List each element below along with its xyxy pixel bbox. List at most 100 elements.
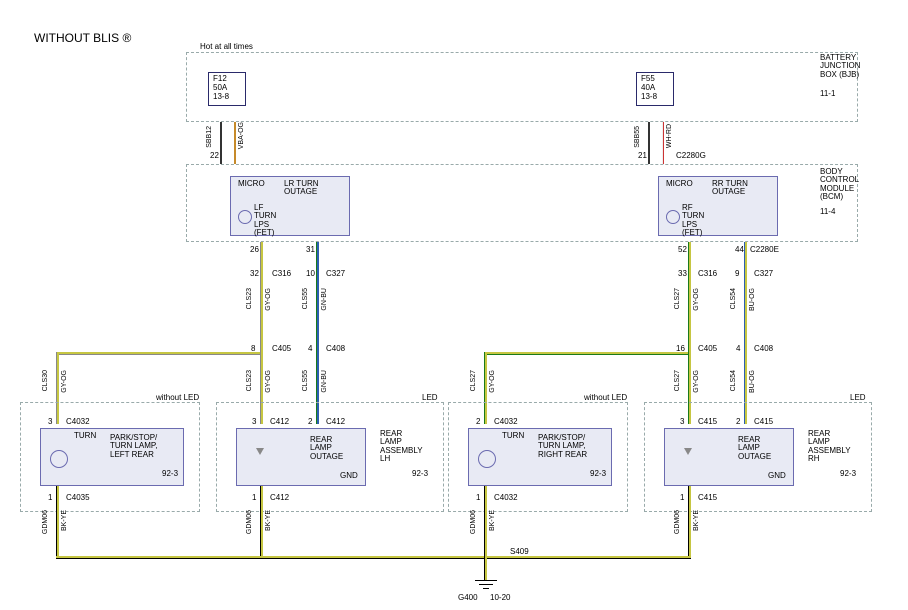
conn-c316r: C316: [698, 270, 717, 278]
conn-c2280e: C2280E: [750, 246, 779, 254]
gdm06-a: GDM06: [42, 510, 49, 534]
wire-vbaog: [234, 122, 236, 164]
gdm06-d: GDM06: [674, 510, 681, 534]
lamp-l1-tag: TURN: [74, 432, 96, 440]
wire-cls30-lbl: CLS30: [42, 370, 49, 391]
bkye-a: BK-YE: [61, 510, 68, 531]
gnd-wire-4: [688, 486, 691, 556]
wire-gyog-lbl-d: GY-OG: [489, 370, 496, 393]
wire-gyog-lbl-b: GY-OG: [61, 370, 68, 393]
ground-bus: [56, 556, 691, 559]
conn-c415-t: C415: [698, 418, 717, 426]
lamp-l1-name: PARK/STOP/ TURN LAMP, LEFT REAR: [110, 434, 157, 459]
gnd-wire-2: [260, 486, 263, 556]
pin-26: 26: [250, 246, 259, 254]
bkye-d: BK-YE: [693, 510, 700, 531]
bkye-c: BK-YE: [489, 510, 496, 531]
wire-gyog-lbl-a: GY-OG: [265, 288, 272, 311]
lamp-r2-led-icon: [684, 448, 692, 455]
bkye-b: BK-YE: [265, 510, 272, 531]
pin-9: 9: [735, 270, 739, 278]
wire-buog-lbl-a: BU-OG: [749, 288, 756, 311]
pin-33: 33: [678, 270, 687, 278]
bcm-lf-micro: MICRO: [238, 180, 265, 188]
conn-c4032l: C4032: [66, 418, 90, 426]
conn-c405l: C405: [272, 345, 291, 353]
conn-c405r: C405: [698, 345, 717, 353]
fuse-f12-pg: 13-8: [213, 93, 229, 101]
rf-fet-icon: [666, 210, 680, 224]
pin-1d: 1: [680, 494, 684, 502]
wire-gyog-lbl-r: GY-OG: [693, 288, 700, 311]
conn-c415-b: C415: [698, 494, 717, 502]
bcm-rr-outage: RR TURN OUTAGE: [712, 180, 748, 197]
s409: S409: [510, 548, 529, 556]
lamp-l2-flag: LED: [422, 394, 438, 402]
wire-sbb55: [648, 122, 650, 164]
lamp-l2-gnd: GND: [340, 472, 358, 480]
pin-10: 10: [306, 270, 315, 278]
conn-c415-t2: C415: [754, 418, 773, 426]
lamp-r3-name: REAR LAMP ASSEMBLY RH: [808, 430, 851, 464]
conn-c2280g: C2280G: [676, 152, 706, 160]
g400-pg: 10-20: [490, 594, 510, 602]
wire-cls27-h: [484, 352, 691, 355]
conn-c408r: C408: [754, 345, 773, 353]
lamp-r1-flag: without LED: [584, 394, 627, 402]
lamp-l1-flag: without LED: [156, 394, 199, 402]
pin-52: 52: [678, 246, 687, 254]
wire-gnbu-lbl-b: GN-BU: [321, 370, 328, 393]
bcm-label: BODY CONTROL MODULE (BCM): [820, 168, 859, 202]
wire-cls27-lbl: CLS27: [674, 288, 681, 309]
pin-1a: 1: [48, 494, 52, 502]
lamp-l1-bulb-icon: [50, 450, 68, 468]
pin-31: 31: [306, 246, 315, 254]
pin-4l: 4: [308, 345, 312, 353]
lamp-l2-led-icon: [256, 448, 264, 455]
conn-c327l: C327: [326, 270, 345, 278]
conn-c412l-t2: C412: [326, 418, 345, 426]
lamp-r1-pg: 92-3: [590, 470, 606, 478]
wire-cls54-a: [744, 242, 747, 352]
pin-2b: 2: [308, 418, 312, 426]
pin-44: 44: [735, 246, 744, 254]
wire-whrd: [662, 122, 664, 164]
gdm06-c: GDM06: [470, 510, 477, 534]
wire-cls55-lbl: CLS55: [302, 288, 309, 309]
conn-c4035: C4035: [66, 494, 90, 502]
bjb-label: BATTERY JUNCTION BOX (BJB): [820, 54, 860, 79]
conn-c316l: C316: [272, 270, 291, 278]
wire-cls27-lbl3: CLS27: [674, 370, 681, 391]
lamp-r2-flag: LED: [850, 394, 866, 402]
bcm-lr-outage: LR TURN OUTAGE: [284, 180, 319, 197]
lamp-l1-pg: 92-3: [162, 470, 178, 478]
lamp-r2-name: REAR LAMP OUTAGE: [738, 436, 771, 461]
lamp-l3-pg: 92-3: [412, 470, 428, 478]
wire-cls23-lbl2: CLS23: [246, 370, 253, 391]
bjb-box: [186, 52, 858, 122]
pin-2c: 2: [476, 418, 480, 426]
wire-cls23-lbl: CLS23: [246, 288, 253, 309]
conn-c412l-t: C412: [270, 418, 289, 426]
lamp-r3-pg: 92-3: [840, 470, 856, 478]
gdm06-b: GDM06: [246, 510, 253, 534]
wire-sbb12: [220, 122, 222, 164]
pin-3b: 3: [252, 418, 256, 426]
bcm-lf-fet: LF TURN LPS (FET): [254, 204, 276, 238]
wire-gyog-lbl-c: GY-OG: [265, 370, 272, 393]
pin-3a: 3: [48, 418, 52, 426]
wire-sbb12-lbl: SBB12: [206, 126, 213, 148]
wire-cls54-lbl2: CLS54: [730, 370, 737, 391]
ground-drop: [484, 556, 487, 580]
wire-buog-lbl-b: BU-OG: [749, 370, 756, 393]
lamp-r1-name: PARK/STOP/ TURN LAMP, RIGHT REAR: [538, 434, 587, 459]
lf-fet-icon: [238, 210, 252, 224]
g400: G400: [458, 594, 478, 602]
lamp-l3-name: REAR LAMP ASSEMBLY LH: [380, 430, 423, 464]
conn-c4032r-b: C4032: [494, 494, 518, 502]
wire-gyog-lbl-e: GY-OG: [693, 370, 700, 393]
pin-1b: 1: [252, 494, 256, 502]
wire-cls27-lbl2: CLS27: [470, 370, 477, 391]
wire-cls54-lbl: CLS54: [730, 288, 737, 309]
conn-c4032r: C4032: [494, 418, 518, 426]
